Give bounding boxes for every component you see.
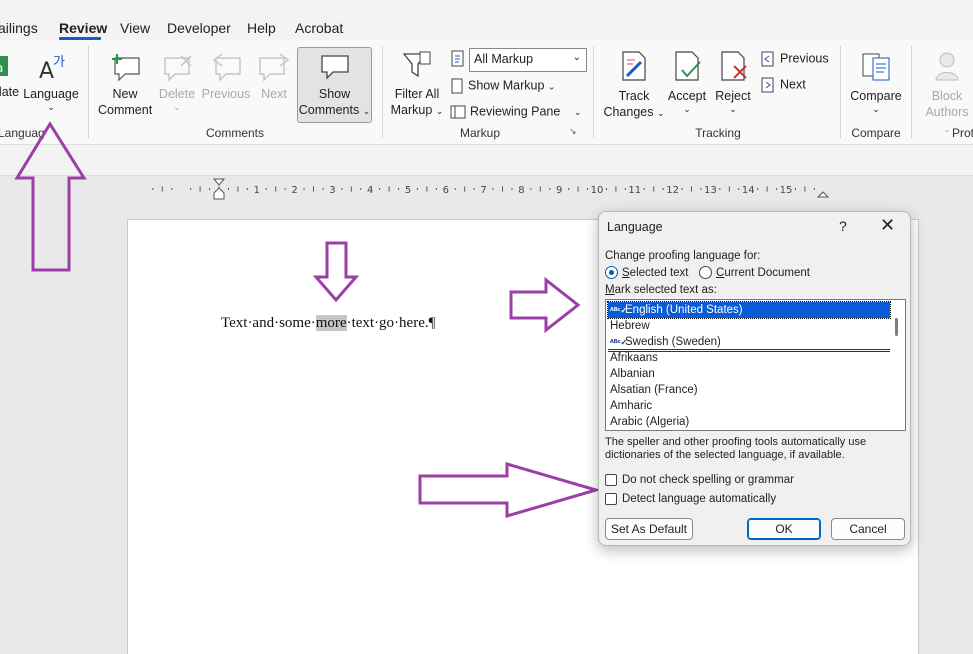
do-not-check-spelling-checkbox[interactable] (605, 474, 617, 486)
close-icon[interactable]: ✕ (880, 215, 895, 236)
proofing-check-icon: ᴬᴮᶜ✓ (610, 306, 628, 315)
list-item[interactable]: Hebrew (608, 318, 890, 334)
arrow-up-icon (14, 121, 87, 272)
arrow-right-icon (509, 276, 581, 334)
radio-current-document[interactable] (699, 266, 712, 279)
arrow-right-icon (418, 461, 602, 519)
radio-selected-text-label[interactable]: Selected text (622, 267, 689, 279)
list-item[interactable]: ᴬᴮᶜ✓Swedish (Sweden) (608, 334, 890, 350)
dialog-title: Language (607, 220, 663, 234)
radio-selected-text[interactable] (605, 266, 618, 279)
mark-label-rest: ark selected text as: (614, 284, 717, 296)
arrow-down-icon (312, 241, 360, 303)
list-item[interactable]: Alsatian (France) (608, 382, 890, 398)
mark-selected-label: Mark selected text as: (605, 284, 717, 296)
list-item[interactable]: Arabic (Algeria) (608, 414, 890, 430)
list-item[interactable]: ᴬᴮᶜ✓English (United States) (607, 301, 891, 319)
radio-label-rest: elected text (629, 267, 689, 279)
set-as-default-button[interactable]: Set As Default (605, 518, 693, 540)
proofing-description: The speller and other proofing tools aut… (605, 436, 867, 461)
radio-label-rest: urrent Document (724, 267, 810, 279)
list-item[interactable]: Amharic (608, 398, 890, 414)
language-listbox[interactable]: ᴬᴮᶜ✓English (United States) Hebrew ᴬᴮᶜ✓S… (605, 299, 906, 431)
do-not-check-spelling-label[interactable]: Do not check spelling or grammar (622, 474, 794, 486)
detect-language-checkbox[interactable] (605, 493, 617, 505)
list-item[interactable]: Albanian (608, 366, 890, 382)
detect-language-label[interactable]: Detect language automatically (622, 493, 776, 505)
cancel-button[interactable]: Cancel (831, 518, 905, 540)
help-icon[interactable]: ? (839, 218, 847, 234)
radio-current-document-label[interactable]: Current Document (716, 267, 810, 279)
language-dialog: Language ? ✕ Change proofing language fo… (598, 211, 911, 546)
ok-button[interactable]: OK (747, 518, 821, 540)
change-proofing-label: Change proofing language for: (605, 250, 761, 262)
list-item[interactable]: Afrikaans (608, 350, 890, 366)
listbox-scrollbar[interactable] (895, 318, 898, 336)
